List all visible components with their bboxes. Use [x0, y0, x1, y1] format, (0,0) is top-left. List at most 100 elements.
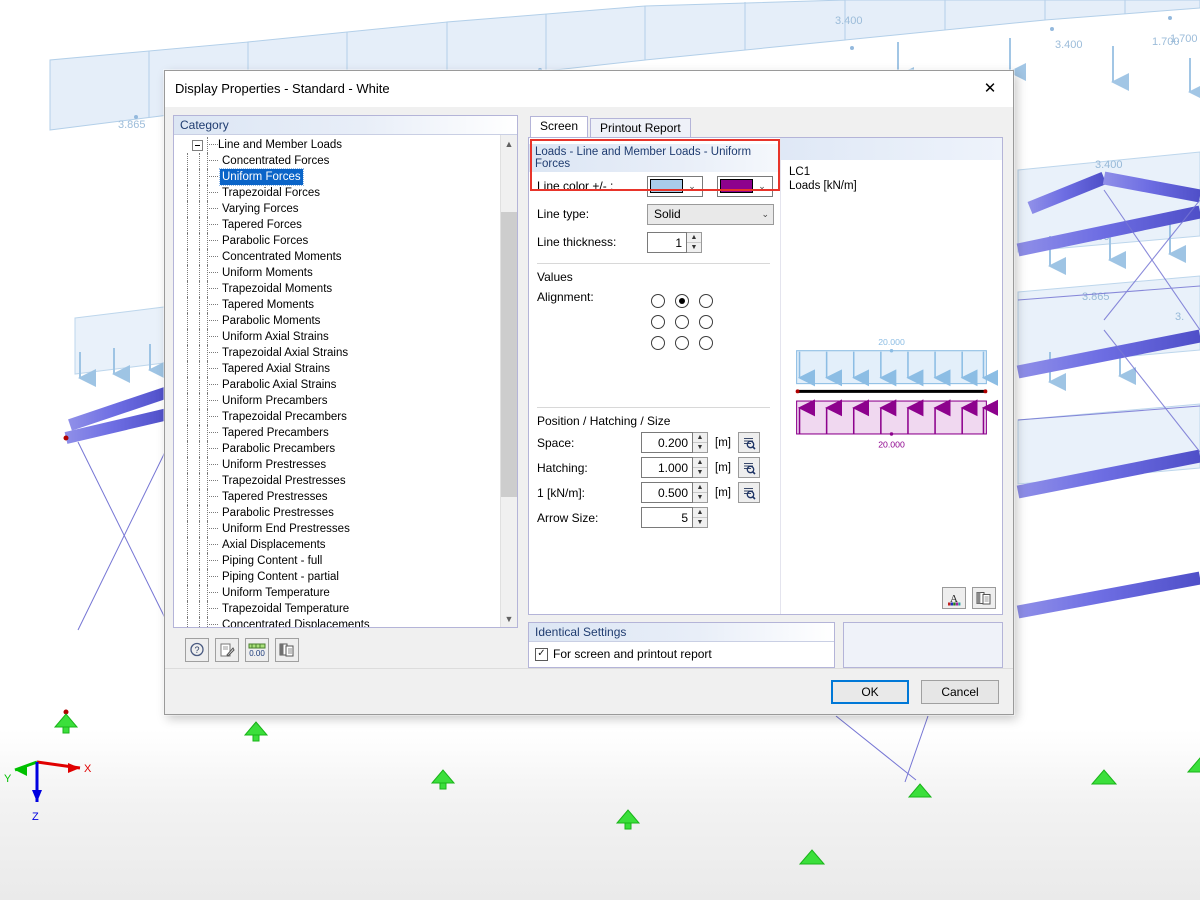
- stepper-up-icon[interactable]: ▲: [693, 483, 707, 493]
- tree-node-concentrated-forces[interactable]: Concentrated Forces: [174, 153, 500, 169]
- tree-node-varying-forces[interactable]: Varying Forces: [174, 201, 500, 217]
- stepper-buttons[interactable]: ▲ ▼: [693, 482, 708, 503]
- tree-node-tapered-forces[interactable]: Tapered Forces: [174, 217, 500, 233]
- font-color-button[interactable]: A: [942, 587, 966, 609]
- tree-node-trapezoidal-axial-strains[interactable]: Trapezoidal Axial Strains: [174, 345, 500, 361]
- alignment-radio-5[interactable]: [698, 314, 713, 329]
- tree-node-uniform-precambers[interactable]: Uniform Precambers: [174, 393, 500, 409]
- layout-button[interactable]: [972, 587, 996, 609]
- stepper-buttons[interactable]: ▲ ▼: [693, 432, 708, 453]
- stepper-up-icon[interactable]: ▲: [693, 458, 707, 468]
- stepper-down-icon[interactable]: ▼: [693, 493, 707, 502]
- tree-node-tapered-moments[interactable]: Tapered Moments: [174, 297, 500, 313]
- tree-node-label: Uniform Axial Strains: [222, 331, 329, 343]
- stepper-up-icon[interactable]: ▲: [687, 233, 701, 243]
- tree-node-piping-content-partial[interactable]: Piping Content - partial: [174, 569, 500, 585]
- alignment-radio-1[interactable]: [674, 293, 689, 308]
- line-thickness-input[interactable]: 1: [647, 231, 687, 253]
- close-icon[interactable]: ✕: [967, 71, 1013, 105]
- alignment-radio-2[interactable]: [698, 293, 713, 308]
- tree-node-tapered-axial-strains[interactable]: Tapered Axial Strains: [174, 361, 500, 377]
- tree-node-root[interactable]: Line and Member Loads: [174, 137, 500, 153]
- tree-node-trapezoidal-temperature[interactable]: Trapezoidal Temperature: [174, 601, 500, 617]
- scrollbar-thumb[interactable]: [501, 212, 517, 497]
- tree-node-uniform-end-prestresses[interactable]: Uniform End Prestresses: [174, 521, 500, 537]
- cancel-button[interactable]: Cancel: [921, 679, 999, 704]
- tree-node-trapezoidal-precambers[interactable]: Trapezoidal Precambers: [174, 409, 500, 425]
- scroll-down-icon[interactable]: ▼: [501, 610, 517, 627]
- tree-guide: [182, 617, 194, 627]
- alignment-radio-grid[interactable]: [647, 290, 716, 353]
- stepper-down-icon[interactable]: ▼: [693, 443, 707, 452]
- stepper-buttons[interactable]: ▲ ▼: [693, 457, 708, 478]
- tree-node-uniform-temperature[interactable]: Uniform Temperature: [174, 585, 500, 601]
- position-input[interactable]: 0.500: [641, 482, 693, 503]
- position-stepper[interactable]: 5 ▲ ▼: [641, 507, 708, 528]
- tree-node-concentrated-moments[interactable]: Concentrated Moments: [174, 249, 500, 265]
- ok-button[interactable]: OK: [831, 679, 909, 704]
- display-properties-dialog[interactable]: Display Properties - Standard - White ✕ …: [164, 70, 1014, 715]
- stepper-down-icon[interactable]: ▼: [687, 243, 701, 252]
- position-stepper[interactable]: 0.200 ▲ ▼: [641, 432, 708, 453]
- line-type-select[interactable]: Solid ⌄: [647, 203, 774, 225]
- line-color-positive-combo[interactable]: ⌄: [647, 175, 703, 197]
- tree-node-parabolic-moments[interactable]: Parabolic Moments: [174, 313, 500, 329]
- tree-node-tapered-precambers[interactable]: Tapered Precambers: [174, 425, 500, 441]
- scroll-up-icon[interactable]: ▲: [501, 135, 517, 152]
- stepper-buttons[interactable]: ▲ ▼: [693, 507, 708, 528]
- dialog-titlebar[interactable]: Display Properties - Standard - White ✕: [165, 71, 1013, 107]
- tree-node-uniform-forces[interactable]: Uniform Forces: [174, 168, 500, 186]
- stepper-up-icon[interactable]: ▲: [693, 508, 707, 518]
- position-input[interactable]: 5: [641, 507, 693, 528]
- tree-node-parabolic-forces[interactable]: Parabolic Forces: [174, 233, 500, 249]
- line-color-negative-combo[interactable]: ⌄: [717, 175, 773, 197]
- position-input[interactable]: 1.000: [641, 457, 693, 478]
- tree-node-trapezoidal-forces[interactable]: Trapezoidal Forces: [174, 185, 500, 201]
- alignment-radio-3[interactable]: [650, 314, 665, 329]
- stepper-down-icon[interactable]: ▼: [693, 468, 707, 477]
- tab-printout-report[interactable]: Printout Report: [590, 118, 691, 138]
- alignment-radio-8[interactable]: [698, 335, 713, 350]
- tree-node-concentrated-displacements[interactable]: Concentrated Displacements: [174, 617, 500, 627]
- stepper-buttons[interactable]: ▲ ▼: [687, 231, 702, 253]
- alignment-radio-0[interactable]: [650, 293, 665, 308]
- stepper-down-icon[interactable]: ▼: [693, 518, 707, 527]
- tree-node-axial-displacements[interactable]: Axial Displacements: [174, 537, 500, 553]
- position-input[interactable]: 0.200: [641, 432, 693, 453]
- browse-magnifier-button[interactable]: [738, 432, 760, 453]
- scrollbar-track[interactable]: [501, 152, 517, 610]
- identical-settings-row[interactable]: ✓ For screen and printout report: [529, 642, 834, 667]
- alignment-radio-7[interactable]: [674, 335, 689, 350]
- for-screen-and-printout-checkbox[interactable]: ✓: [535, 647, 548, 661]
- collapse-icon[interactable]: [192, 139, 203, 151]
- position-stepper[interactable]: 0.500 ▲ ▼: [641, 482, 708, 503]
- numeric-button[interactable]: 0.00: [245, 638, 269, 662]
- tree-node-parabolic-prestresses[interactable]: Parabolic Prestresses: [174, 505, 500, 521]
- edit-button[interactable]: [215, 638, 239, 662]
- browse-magnifier-button[interactable]: [738, 457, 760, 478]
- tree-node-parabolic-axial-strains[interactable]: Parabolic Axial Strains: [174, 377, 500, 393]
- line-thickness-stepper[interactable]: 1 ▲ ▼: [647, 231, 702, 253]
- copy-page-icon: [279, 643, 294, 657]
- category-scrollbar[interactable]: ▲ ▼: [500, 135, 517, 627]
- tree-node-piping-content-full[interactable]: Piping Content - full: [174, 553, 500, 569]
- tree-node-uniform-axial-strains[interactable]: Uniform Axial Strains: [174, 329, 500, 345]
- alignment-radio-6[interactable]: [650, 335, 665, 350]
- browse-magnifier-button[interactable]: [738, 482, 760, 503]
- stepper-up-icon[interactable]: ▲: [693, 433, 707, 443]
- category-tree[interactable]: Line and Member Loads Concentrated Forces…: [174, 135, 500, 627]
- tab-strip[interactable]: Screen Printout Report: [528, 115, 1003, 138]
- tree-node-label: Uniform Temperature: [222, 587, 330, 599]
- tree-node-trapezoidal-prestresses[interactable]: Trapezoidal Prestresses: [174, 473, 500, 489]
- tab-screen[interactable]: Screen: [530, 116, 589, 137]
- tree-node-tapered-prestresses[interactable]: Tapered Prestresses: [174, 489, 500, 505]
- tree-node-parabolic-precambers[interactable]: Parabolic Precambers: [174, 441, 500, 457]
- copy-button[interactable]: [275, 638, 299, 662]
- tree-node-uniform-moments[interactable]: Uniform Moments: [174, 265, 500, 281]
- help-button[interactable]: ?: [185, 638, 209, 662]
- position-stepper[interactable]: 1.000 ▲ ▼: [641, 457, 708, 478]
- tree-node-label: Parabolic Precambers: [222, 443, 336, 455]
- tree-node-uniform-prestresses[interactable]: Uniform Prestresses: [174, 457, 500, 473]
- tree-node-trapezoidal-moments[interactable]: Trapezoidal Moments: [174, 281, 500, 297]
- alignment-radio-4[interactable]: [674, 314, 689, 329]
